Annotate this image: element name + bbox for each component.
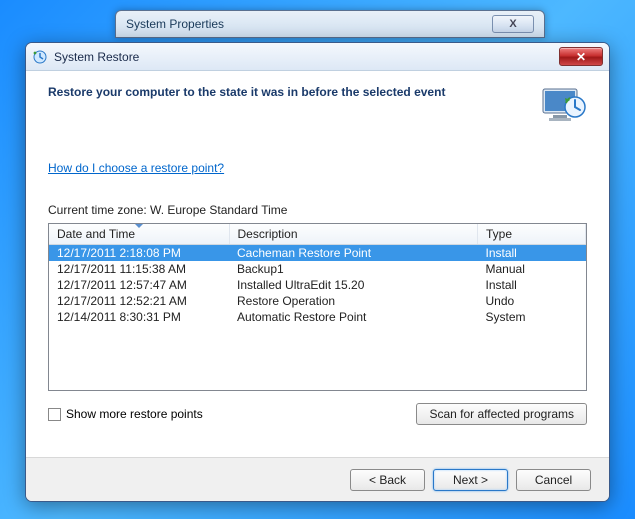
cell-datetime: 12/17/2011 2:18:08 PM: [49, 245, 229, 262]
table-row[interactable]: 12/17/2011 12:57:47 AMInstalled UltraEdi…: [49, 277, 586, 293]
table-footer-row: Show more restore points Scan for affect…: [48, 403, 587, 425]
table-row[interactable]: 12/17/2011 2:18:08 PMCacheman Restore Po…: [49, 245, 586, 262]
cell-description: Automatic Restore Point: [229, 309, 478, 325]
system-restore-window: System Restore ✕ Restore your computer t…: [25, 42, 610, 502]
page-heading: Restore your computer to the state it wa…: [48, 85, 445, 101]
column-header-datetime-label: Date and Time: [57, 227, 135, 241]
cell-type: Install: [478, 277, 586, 293]
system-properties-title: System Properties: [126, 17, 224, 31]
cell-type: Undo: [478, 293, 586, 309]
restore-points-table[interactable]: Date and Time Description Type 12/17/201…: [48, 223, 587, 391]
system-properties-close-button[interactable]: X: [492, 15, 534, 33]
header-row: Restore your computer to the state it wa…: [48, 85, 587, 127]
cell-type: Install: [478, 245, 586, 262]
wizard-button-bar: < Back Next > Cancel: [26, 457, 609, 501]
window-title: System Restore: [54, 50, 139, 64]
show-more-label: Show more restore points: [66, 407, 203, 421]
cell-datetime: 12/17/2011 11:15:38 AM: [49, 261, 229, 277]
cell-description: Restore Operation: [229, 293, 478, 309]
close-button[interactable]: ✕: [559, 47, 603, 66]
cell-description: Backup1: [229, 261, 478, 277]
column-header-type[interactable]: Type: [478, 224, 586, 245]
back-button[interactable]: < Back: [350, 469, 425, 491]
cell-type: System: [478, 309, 586, 325]
help-link[interactable]: How do I choose a restore point?: [48, 161, 224, 175]
titlebar: System Restore ✕: [26, 43, 609, 71]
next-button[interactable]: Next >: [433, 469, 508, 491]
cell-datetime: 12/17/2011 12:57:47 AM: [49, 277, 229, 293]
cell-datetime: 12/14/2011 8:30:31 PM: [49, 309, 229, 325]
column-header-datetime[interactable]: Date and Time: [49, 224, 229, 245]
scan-affected-button[interactable]: Scan for affected programs: [416, 403, 587, 425]
cell-datetime: 12/17/2011 12:52:21 AM: [49, 293, 229, 309]
timezone-label: Current time zone: W. Europe Standard Ti…: [48, 203, 587, 217]
table-row[interactable]: 12/14/2011 8:30:31 PMAutomatic Restore P…: [49, 309, 586, 325]
checkbox-icon: [48, 408, 61, 421]
system-restore-icon: [32, 49, 48, 65]
system-properties-titlebar: System Properties X: [115, 10, 545, 38]
sort-desc-icon: [134, 223, 144, 228]
cell-description: Installed UltraEdit 15.20: [229, 277, 478, 293]
column-header-description[interactable]: Description: [229, 224, 478, 245]
show-more-checkbox[interactable]: Show more restore points: [48, 407, 203, 421]
close-icon: ✕: [576, 50, 586, 64]
cancel-button[interactable]: Cancel: [516, 469, 591, 491]
restore-monitor-icon: [539, 85, 587, 127]
table-header-row: Date and Time Description Type: [49, 224, 586, 245]
cell-type: Manual: [478, 261, 586, 277]
table-row[interactable]: 12/17/2011 11:15:38 AMBackup1Manual: [49, 261, 586, 277]
cell-description: Cacheman Restore Point: [229, 245, 478, 262]
table-row[interactable]: 12/17/2011 12:52:21 AMRestore OperationU…: [49, 293, 586, 309]
content-area: Restore your computer to the state it wa…: [26, 71, 609, 435]
